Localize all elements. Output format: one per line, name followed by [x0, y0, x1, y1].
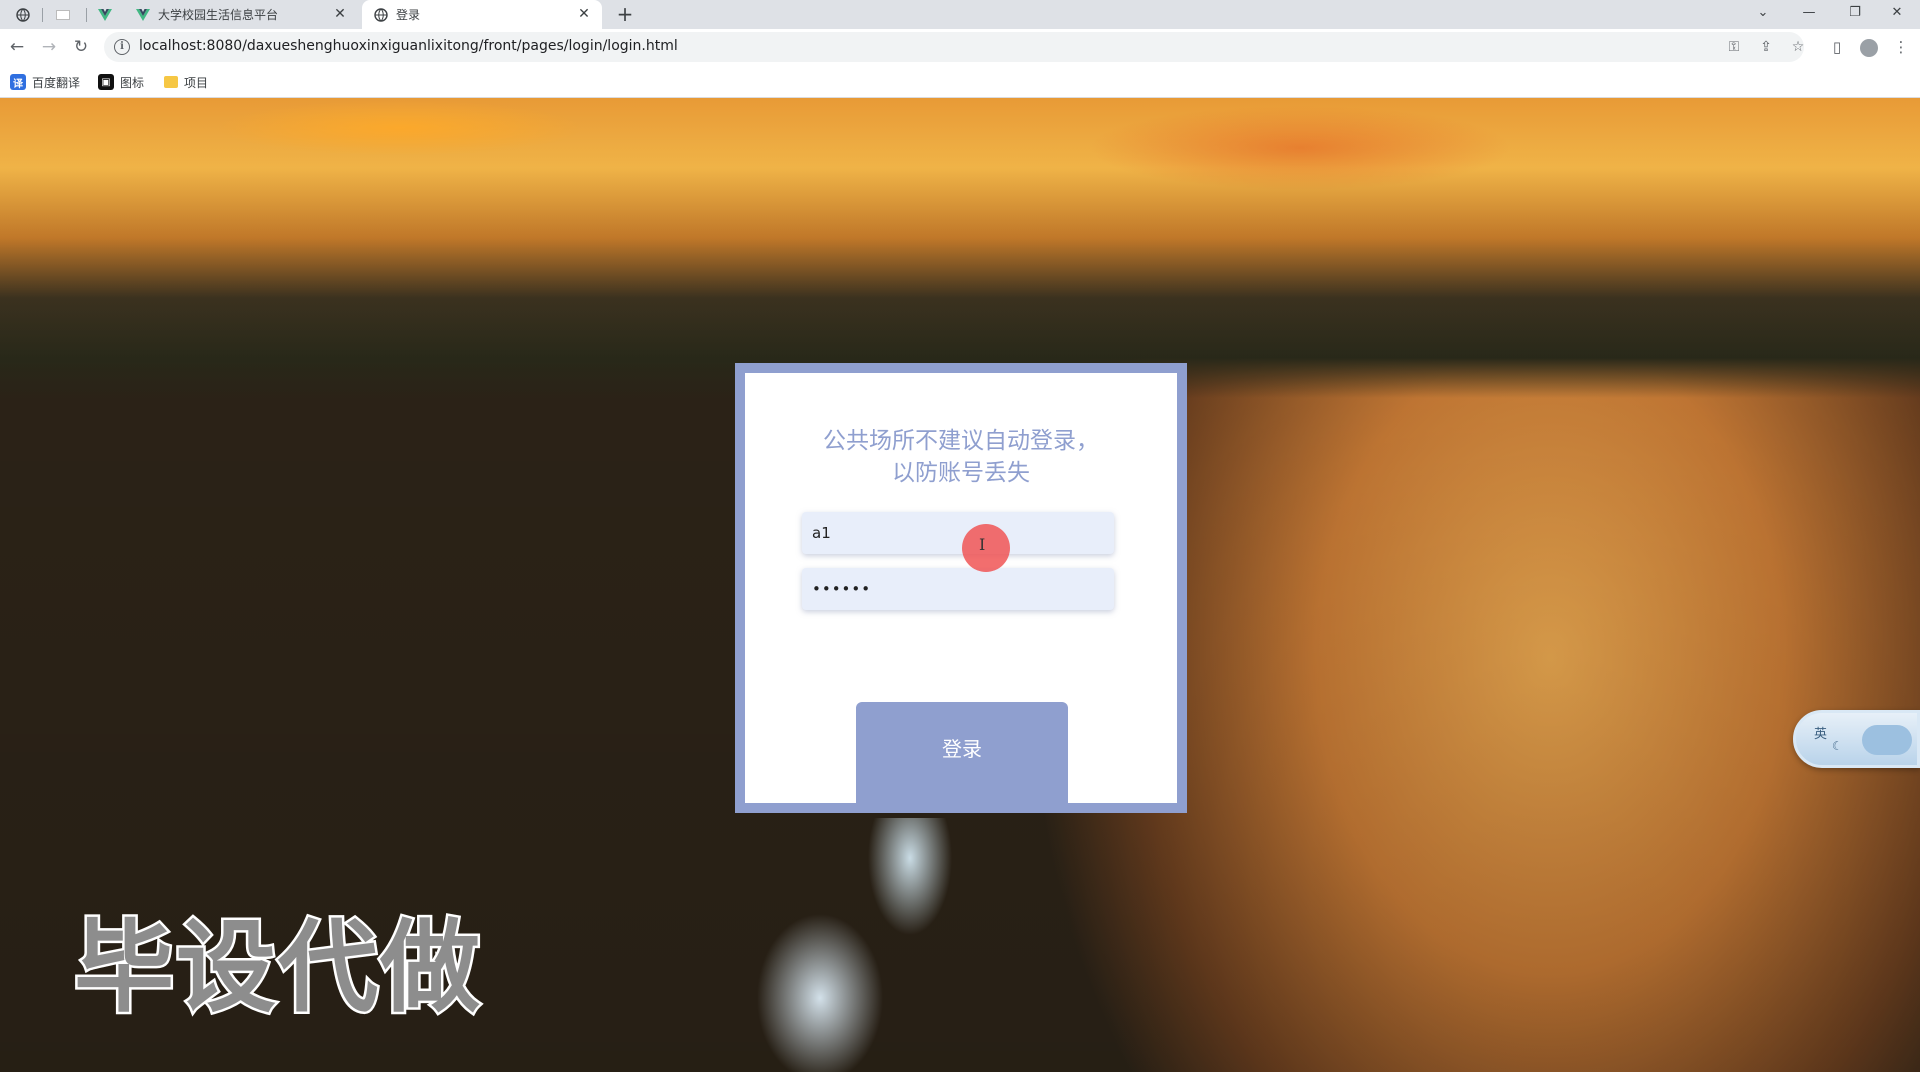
bookmark-folder-projects[interactable]: 项目 [164, 73, 208, 91]
arrow-left-icon: ← [9, 37, 25, 57]
restore-icon: ❐ [1849, 5, 1861, 20]
reload-button[interactable]: ↻ [68, 34, 94, 60]
bookmark-label: 百度翻译 [32, 75, 81, 90]
reload-icon: ↻ [73, 37, 89, 57]
minimize-icon: — [1802, 5, 1816, 20]
side-panel-button[interactable]: ▯ [1824, 34, 1850, 60]
tab-separator [86, 8, 87, 22]
url-text[interactable]: localhost:8080/daxueshenghuoxinxiguanlix… [139, 38, 678, 54]
tab-pinned-vue[interactable] [92, 3, 118, 27]
tab-campus-platform[interactable]: 大学校园生活信息平台 ✕ [128, 0, 358, 29]
address-bar[interactable]: i localhost:8080/daxueshenghuoxinxiguanl… [104, 32, 1804, 62]
info-icon[interactable]: i [114, 39, 130, 55]
river-image [740, 818, 1000, 1072]
tab-title: 登录 [396, 8, 421, 22]
close-window-button[interactable]: ✕ [1874, 0, 1920, 29]
username-input[interactable] [802, 512, 1114, 554]
arrow-right-icon: → [41, 37, 57, 57]
side-panel-icon: ▯ [1832, 38, 1842, 56]
password-input[interactable] [802, 568, 1114, 610]
bookmarks-bar: 译 百度翻译 ▣ 图标 项目 [0, 66, 1920, 98]
bookmark-label: 项目 [184, 75, 209, 90]
ime-language-label: 英 [1814, 727, 1828, 742]
avatar-icon [1860, 38, 1878, 57]
close-icon: ✕ [1891, 5, 1903, 20]
tab-title: 大学校园生活信息平台 [158, 8, 279, 22]
chevron-down-icon: ⌄ [1757, 5, 1769, 20]
globe-icon [16, 8, 30, 22]
login-button[interactable]: 登录 [856, 702, 1068, 813]
watermark-text: 毕设代做 [72, 907, 483, 1029]
profile-button[interactable] [1856, 34, 1882, 60]
moon-icon: ☾ [1832, 739, 1843, 753]
login-notice: 公共场所不建议自动登录， 以防账号丢失 [745, 425, 1177, 489]
vue-logo-icon [136, 8, 150, 21]
bookmark-icons[interactable]: ▣ 图标 [98, 73, 144, 91]
globe-icon [374, 7, 388, 22]
blank-page-icon [56, 10, 70, 20]
key-icon[interactable]: ⚿ [1724, 37, 1744, 57]
vue-logo-icon [98, 9, 112, 21]
tab-separator [42, 8, 43, 22]
close-icon[interactable]: ✕ [576, 6, 592, 22]
tab-search-button[interactable]: ⌄ [1740, 0, 1786, 29]
menu-button[interactable]: ⋮ [1888, 34, 1914, 60]
bookmark-label: 图标 [120, 75, 145, 90]
translate-icon: 译 [10, 74, 26, 90]
tab-pinned-globe[interactable] [10, 3, 36, 27]
ime-widget[interactable]: 英 ☾ [1793, 710, 1920, 768]
browser-toolbar: ← → ↻ i localhost:8080/daxueshenghuoxinx… [0, 29, 1920, 66]
tab-login[interactable]: 登录 ✕ [362, 0, 602, 29]
new-tab-button[interactable]: + [612, 2, 638, 28]
forward-button[interactable]: → [36, 34, 62, 60]
more-vert-icon: ⋮ [1893, 38, 1909, 56]
restore-button[interactable]: ❐ [1832, 0, 1878, 29]
mouse-cursor-highlight [962, 524, 1010, 572]
close-icon[interactable]: ✕ [332, 6, 348, 22]
tab-strip: 大学校园生活信息平台 ✕ 登录 ✕ + ⌄ — ❐ ✕ [0, 0, 1920, 29]
share-icon[interactable]: ⇪ [1756, 37, 1776, 57]
login-card: 公共场所不建议自动登录， 以防账号丢失 I 登录 [735, 363, 1187, 813]
minimize-button[interactable]: — [1786, 0, 1832, 29]
bookmark-baidu-translate[interactable]: 译 百度翻译 [10, 73, 80, 91]
tab-pinned-blank[interactable] [50, 3, 76, 27]
cloud-icon [1862, 725, 1912, 755]
notice-line-2: 以防账号丢失 [892, 460, 1030, 486]
back-button[interactable]: ← [4, 34, 30, 60]
login-page-background: 毕设代做 公共场所不建议自动登录， 以防账号丢失 I 登录 英 ☾ [0, 98, 1920, 1072]
text-cursor-icon: I [979, 535, 986, 554]
star-icon[interactable]: ☆ [1788, 37, 1808, 57]
folder-icon [164, 76, 178, 88]
image-icon: ▣ [98, 74, 114, 90]
notice-line-1: 公共场所不建议自动登录， [823, 428, 1099, 454]
